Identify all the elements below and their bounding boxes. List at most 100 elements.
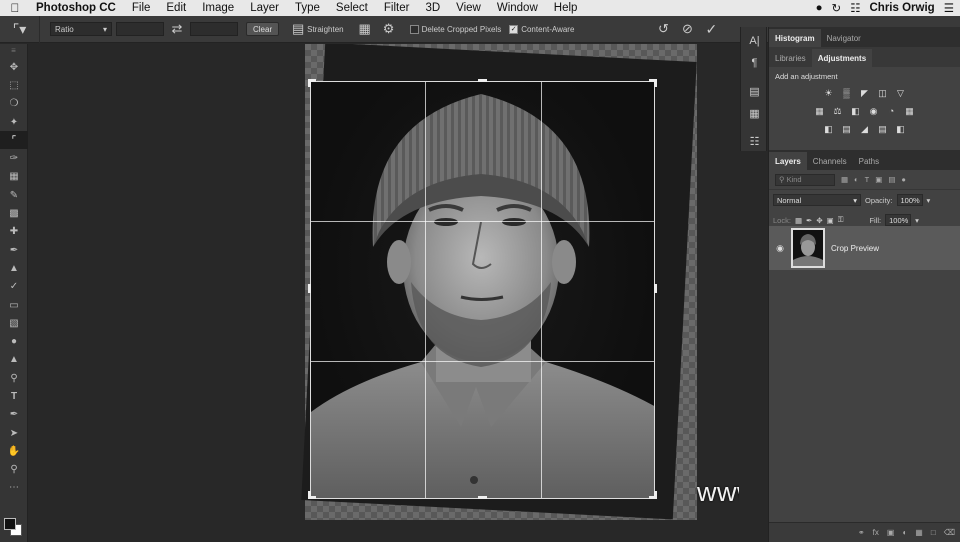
cancel-crop-icon[interactable]: ⊘ bbox=[678, 21, 696, 37]
layer-style-icon[interactable]: fx bbox=[873, 528, 879, 537]
add-mask-icon[interactable]: ▣ bbox=[887, 528, 895, 537]
swap-dimensions-icon[interactable]: ⇄ bbox=[168, 21, 186, 37]
channel-mixer-icon[interactable]: ◔ bbox=[886, 106, 897, 116]
chevron-down-icon[interactable]: ▾ bbox=[915, 216, 919, 225]
menu-edit[interactable]: Edit bbox=[158, 2, 194, 14]
move-tool-icon[interactable]: ✥ bbox=[0, 58, 28, 76]
hand-tool-icon[interactable]: ✋ bbox=[0, 442, 28, 460]
black-white-icon[interactable]: ◧ bbox=[850, 106, 861, 117]
delete-cropped-pixels-checkbox[interactable] bbox=[409, 24, 419, 34]
creative-cloud-icon[interactable]: ● bbox=[816, 2, 823, 14]
brush-tool-icon[interactable]: ✎ bbox=[0, 186, 28, 204]
zoom-tool-icon[interactable]: ⚲ bbox=[0, 461, 28, 479]
layer-kind-filter[interactable]: ⚲ Kind bbox=[775, 173, 835, 186]
menu-window[interactable]: Window bbox=[489, 2, 546, 14]
crop-handle-top-left[interactable] bbox=[308, 79, 311, 87]
delete-layer-icon[interactable]: ⌫ bbox=[944, 528, 955, 537]
menu-type[interactable]: Type bbox=[287, 2, 328, 14]
crop-handle-bottom[interactable] bbox=[478, 496, 487, 499]
adjustment-filter-icon[interactable]: ◐ bbox=[854, 175, 859, 184]
crop-tool-icon[interactable]: ⌜ bbox=[0, 131, 28, 150]
crop-preview-image[interactable] bbox=[310, 81, 655, 499]
tab-layers[interactable]: Layers bbox=[769, 152, 807, 170]
crop-handle-bottom-right[interactable] bbox=[654, 491, 657, 499]
crop-handle-right[interactable] bbox=[654, 284, 657, 293]
vibrance-icon[interactable]: ▽ bbox=[895, 88, 906, 99]
tab-histogram[interactable]: Histogram bbox=[769, 29, 821, 47]
type-filter-icon[interactable]: T bbox=[865, 175, 870, 184]
tab-paths[interactable]: Paths bbox=[853, 152, 885, 170]
opacity-input[interactable]: 100% bbox=[896, 194, 923, 206]
history-brush-tool-icon[interactable]: ✚ bbox=[0, 223, 28, 241]
clone-stamp-tool-icon[interactable]: ▩ bbox=[0, 204, 28, 222]
brush-alt-tool-icon[interactable]: ✒ bbox=[0, 241, 28, 259]
commit-crop-icon[interactable]: ✓ bbox=[702, 21, 720, 38]
apple-icon[interactable]:  bbox=[0, 1, 30, 15]
selective-color-icon[interactable]: ◧ bbox=[895, 124, 906, 135]
healing-brush-tool-icon[interactable]: ▦ bbox=[0, 168, 28, 186]
crop-handle-top[interactable] bbox=[478, 79, 487, 82]
crop-height-input[interactable] bbox=[190, 22, 238, 36]
eraser-tool-icon[interactable]: ▭ bbox=[0, 296, 28, 314]
lock-artboard-icon[interactable]: ▣ bbox=[827, 216, 834, 225]
pen-tool-icon[interactable]: ✒ bbox=[0, 406, 28, 424]
wifi-icon[interactable]: ☷ bbox=[850, 1, 860, 15]
menu-list-icon[interactable]: ☰ bbox=[944, 1, 954, 15]
gradient-tool-icon[interactable]: ▧ bbox=[0, 314, 28, 332]
history-panel-icon[interactable]: ▤ bbox=[741, 80, 768, 102]
content-aware-checkbox[interactable]: ✓ bbox=[509, 24, 519, 34]
shape-filter-icon[interactable]: ▣ bbox=[875, 175, 882, 184]
crop-handle-bottom-left[interactable] bbox=[308, 491, 311, 499]
tab-libraries[interactable]: Libraries bbox=[769, 49, 812, 67]
invert-icon[interactable]: ◧ bbox=[823, 124, 834, 135]
tab-channels[interactable]: Channels bbox=[807, 152, 853, 170]
character-panel-icon[interactable]: A| bbox=[741, 30, 768, 52]
straighten-label[interactable]: Straighten bbox=[307, 25, 343, 34]
new-group-icon[interactable]: ▦ bbox=[915, 528, 923, 537]
gear-icon[interactable]: ⚙ bbox=[380, 21, 398, 37]
burn-tool-icon[interactable]: ⚲ bbox=[0, 369, 28, 387]
curves-icon[interactable]: ◤ bbox=[859, 88, 870, 99]
lock-transparent-icon[interactable]: ▦ bbox=[795, 216, 802, 225]
menu-help[interactable]: Help bbox=[546, 2, 586, 14]
lock-position-icon[interactable]: ✥ bbox=[816, 216, 822, 225]
crop-handle-top-right[interactable] bbox=[654, 79, 657, 87]
properties-panel-icon[interactable]: ▦ bbox=[741, 102, 768, 124]
new-adjustment-layer-icon[interactable]: ◐ bbox=[902, 528, 907, 537]
menu-3d[interactable]: 3D bbox=[417, 2, 448, 14]
menu-layer[interactable]: Layer bbox=[242, 2, 287, 14]
tab-navigator[interactable]: Navigator bbox=[821, 29, 867, 47]
fill-input[interactable]: 100% bbox=[885, 214, 912, 226]
layer-name[interactable]: Crop Preview bbox=[831, 244, 879, 253]
crop-overlay-grid-icon[interactable]: ▦ bbox=[356, 21, 374, 37]
crop-width-input[interactable] bbox=[116, 22, 164, 36]
crop-handle-left[interactable] bbox=[308, 284, 311, 293]
menu-image[interactable]: Image bbox=[194, 2, 242, 14]
eyedropper-tool-icon[interactable]: ✑ bbox=[0, 149, 28, 167]
menu-app-name[interactable]: Photoshop CC bbox=[30, 2, 124, 14]
ratio-dropdown[interactable]: Ratio ▾ bbox=[50, 22, 112, 36]
menu-select[interactable]: Select bbox=[328, 2, 376, 14]
crop-tool-preset-icon[interactable]: ⌜▾ bbox=[0, 15, 40, 43]
user-name[interactable]: Chris Orwig bbox=[870, 2, 935, 14]
plugins-panel-icon[interactable]: ☷ bbox=[741, 130, 768, 152]
color-balance-icon[interactable]: ⚖ bbox=[832, 106, 843, 117]
posterize-icon[interactable]: ▤ bbox=[841, 124, 852, 135]
menu-file[interactable]: File bbox=[124, 2, 159, 14]
pixel-filter-icon[interactable]: ▦ bbox=[841, 175, 848, 184]
eye-icon[interactable]: ◉ bbox=[769, 243, 791, 254]
toolbar-grip-icon[interactable]: ≡ bbox=[0, 44, 27, 58]
clear-button[interactable]: Clear bbox=[246, 22, 280, 36]
type-tool-icon[interactable]: T bbox=[0, 387, 28, 405]
menu-view[interactable]: View bbox=[448, 2, 489, 14]
reset-icon[interactable]: ↺ bbox=[654, 21, 672, 37]
photo-filter-icon[interactable]: ◉ bbox=[868, 106, 879, 117]
blur-tool-icon[interactable]: ● bbox=[0, 332, 28, 350]
lock-all-icon[interactable]: ⚿ bbox=[838, 215, 844, 225]
lasso-tool-icon[interactable]: ❍ bbox=[0, 95, 28, 113]
foreground-color-swatch[interactable] bbox=[4, 518, 16, 530]
document-canvas[interactable]: www.hunls.com bbox=[29, 44, 739, 542]
lock-image-icon[interactable]: ✒ bbox=[806, 216, 812, 225]
tab-adjustments[interactable]: Adjustments bbox=[811, 49, 873, 67]
sync-icon[interactable]: ↻ bbox=[832, 1, 842, 15]
